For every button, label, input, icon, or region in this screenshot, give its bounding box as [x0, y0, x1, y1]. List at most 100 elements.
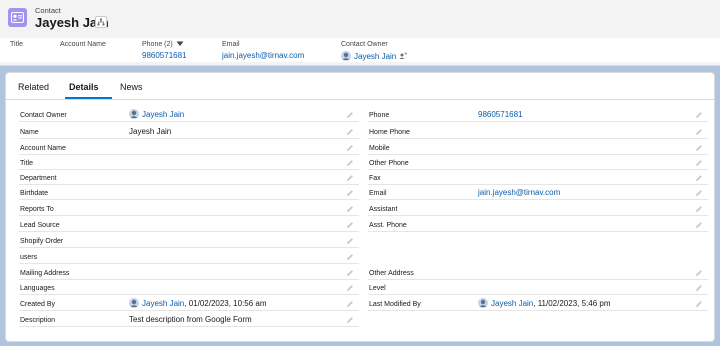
field-row-description: Description Test description from Google … [19, 312, 359, 327]
pencil-icon[interactable] [346, 111, 354, 119]
field-value: Jayesh Jain, 11/02/2023, 5:46 pm [478, 298, 611, 308]
pencil-icon[interactable] [695, 174, 703, 182]
pencil-icon[interactable] [346, 205, 354, 213]
field-row-title: Title [19, 155, 359, 170]
chevron-down-icon[interactable] [176, 41, 184, 47]
pencil-icon[interactable] [695, 221, 703, 229]
field-label: Other Phone [369, 160, 409, 167]
highlight-owner-link[interactable]: Jayesh Jain [354, 52, 396, 61]
field-label: Department [20, 175, 57, 182]
field-label: Shopify Order [20, 238, 64, 245]
field-row-birthdate: Birthdate [19, 185, 359, 200]
field-row-email: Email jain.jayesh@tirnav.com [368, 185, 708, 200]
active-tab-indicator [65, 97, 112, 99]
hierarchy-button[interactable] [95, 16, 107, 28]
highlight-label: Email [222, 40, 240, 48]
field-row-reports-to: Reports To [19, 201, 359, 216]
field-row-home-phone: Home Phone [368, 124, 708, 139]
field-label: Asst. Phone [369, 222, 407, 229]
hierarchy-icon [97, 18, 105, 26]
pencil-icon[interactable] [346, 221, 354, 229]
highlight-email-link[interactable]: jain.jayesh@tirnav.com [222, 51, 304, 60]
field-row-level: Level [368, 280, 708, 295]
pencil-icon[interactable] [346, 269, 354, 277]
field-row-languages: Languages [19, 280, 359, 295]
field-label: Name [20, 129, 39, 136]
field-label: Languages [20, 285, 55, 292]
pencil-icon[interactable] [346, 316, 354, 324]
pencil-icon[interactable] [695, 284, 703, 292]
pencil-icon[interactable] [695, 111, 703, 119]
field-label: Description [20, 317, 56, 324]
pencil-icon[interactable] [346, 300, 354, 308]
change-owner-icon[interactable] [399, 52, 408, 60]
field-value: Jayesh Jain, 01/02/2023, 10:56 am [129, 298, 267, 308]
field-label: users [20, 254, 38, 261]
field-value-timestamp: , 01/02/2023, 10:56 am [184, 298, 267, 308]
field-label: Home Phone [369, 129, 410, 136]
highlight-phone: Phone (2) 9860571681 [142, 39, 187, 61]
pencil-icon[interactable] [695, 269, 703, 277]
field-value-link[interactable]: Jayesh Jain [142, 299, 184, 308]
field-value-timestamp: , 11/02/2023, 5:46 pm [533, 298, 611, 308]
highlight-phone-link[interactable]: 9860571681 [142, 51, 187, 60]
field-value: Jayesh Jain [129, 127, 171, 136]
field-value-link[interactable]: 9860571681 [478, 110, 523, 119]
pencil-icon[interactable] [695, 128, 703, 136]
field-value: 9860571681 [478, 110, 523, 119]
field-label: Mailing Address [20, 270, 70, 277]
pencil-icon[interactable] [346, 144, 354, 152]
tab-news[interactable]: News [120, 82, 143, 92]
field-label: Other Address [369, 270, 414, 277]
field-label: Last Modified By [369, 301, 421, 308]
contact-card-icon [8, 8, 27, 27]
highlight-email: Email jain.jayesh@tirnav.com [222, 39, 304, 61]
pencil-icon[interactable] [695, 144, 703, 152]
user-avatar-icon [129, 298, 139, 308]
highlight-owner: Contact Owner Jayesh Jain [341, 39, 408, 61]
pencil-icon[interactable] [346, 284, 354, 292]
user-avatar-icon [478, 298, 488, 308]
field-row-created-by: Created By Jayesh Jain, 01/02/2023, 10:56… [19, 296, 359, 311]
field-label: Phone [369, 112, 390, 119]
field-label: Created By [20, 301, 56, 308]
field-value: Jayesh Jain [129, 109, 184, 119]
pencil-icon[interactable] [695, 205, 703, 213]
field-row-other-phone: Other Phone [368, 155, 708, 170]
pencil-icon[interactable] [346, 159, 354, 167]
field-row-users: users [19, 249, 359, 264]
pencil-icon[interactable] [695, 189, 703, 197]
field-value-text: Test description from Google Form [129, 315, 252, 324]
pencil-icon[interactable] [346, 237, 354, 245]
pencil-icon[interactable] [346, 128, 354, 136]
field-label: Birthdate [20, 190, 49, 197]
field-row-account-name: Account Name [19, 140, 359, 155]
tab-related[interactable]: Related [18, 82, 49, 92]
field-value: jain.jayesh@tirnav.com [478, 188, 560, 197]
field-label: Contact Owner [20, 112, 67, 119]
record-detail-card: Related Details News Contact Owner Jayesh… [5, 72, 715, 342]
user-avatar-icon [129, 109, 139, 119]
pencil-icon[interactable] [346, 189, 354, 197]
field-label: Level [369, 285, 386, 292]
field-row-asst-phone: Asst. Phone [368, 217, 708, 232]
pencil-icon[interactable] [346, 253, 354, 261]
field-label: Email [369, 190, 387, 197]
field-row-fax: Fax [368, 170, 708, 185]
pencil-icon[interactable] [695, 300, 703, 308]
field-value-link[interactable]: Jayesh Jain [142, 110, 184, 119]
field-value: Test description from Google Form [129, 315, 252, 324]
field-row-mobile: Mobile [368, 140, 708, 155]
tab-details[interactable]: Details [69, 82, 99, 92]
pencil-icon[interactable] [346, 174, 354, 182]
field-row-other-address: Other Address [368, 265, 708, 280]
highlight-label: Phone (2) [142, 40, 173, 48]
field-row-shopify-order: Shopify Order [19, 233, 359, 248]
highlight-label: Account Name [60, 40, 106, 48]
field-label: Fax [369, 175, 381, 182]
field-label: Account Name [20, 145, 66, 152]
field-value-link[interactable]: Jayesh Jain [491, 299, 533, 308]
field-value-link[interactable]: jain.jayesh@tirnav.com [478, 188, 560, 197]
pencil-icon[interactable] [695, 159, 703, 167]
highlight-fields: Title Account Name Phone (2) 9860571681 … [0, 38, 720, 62]
